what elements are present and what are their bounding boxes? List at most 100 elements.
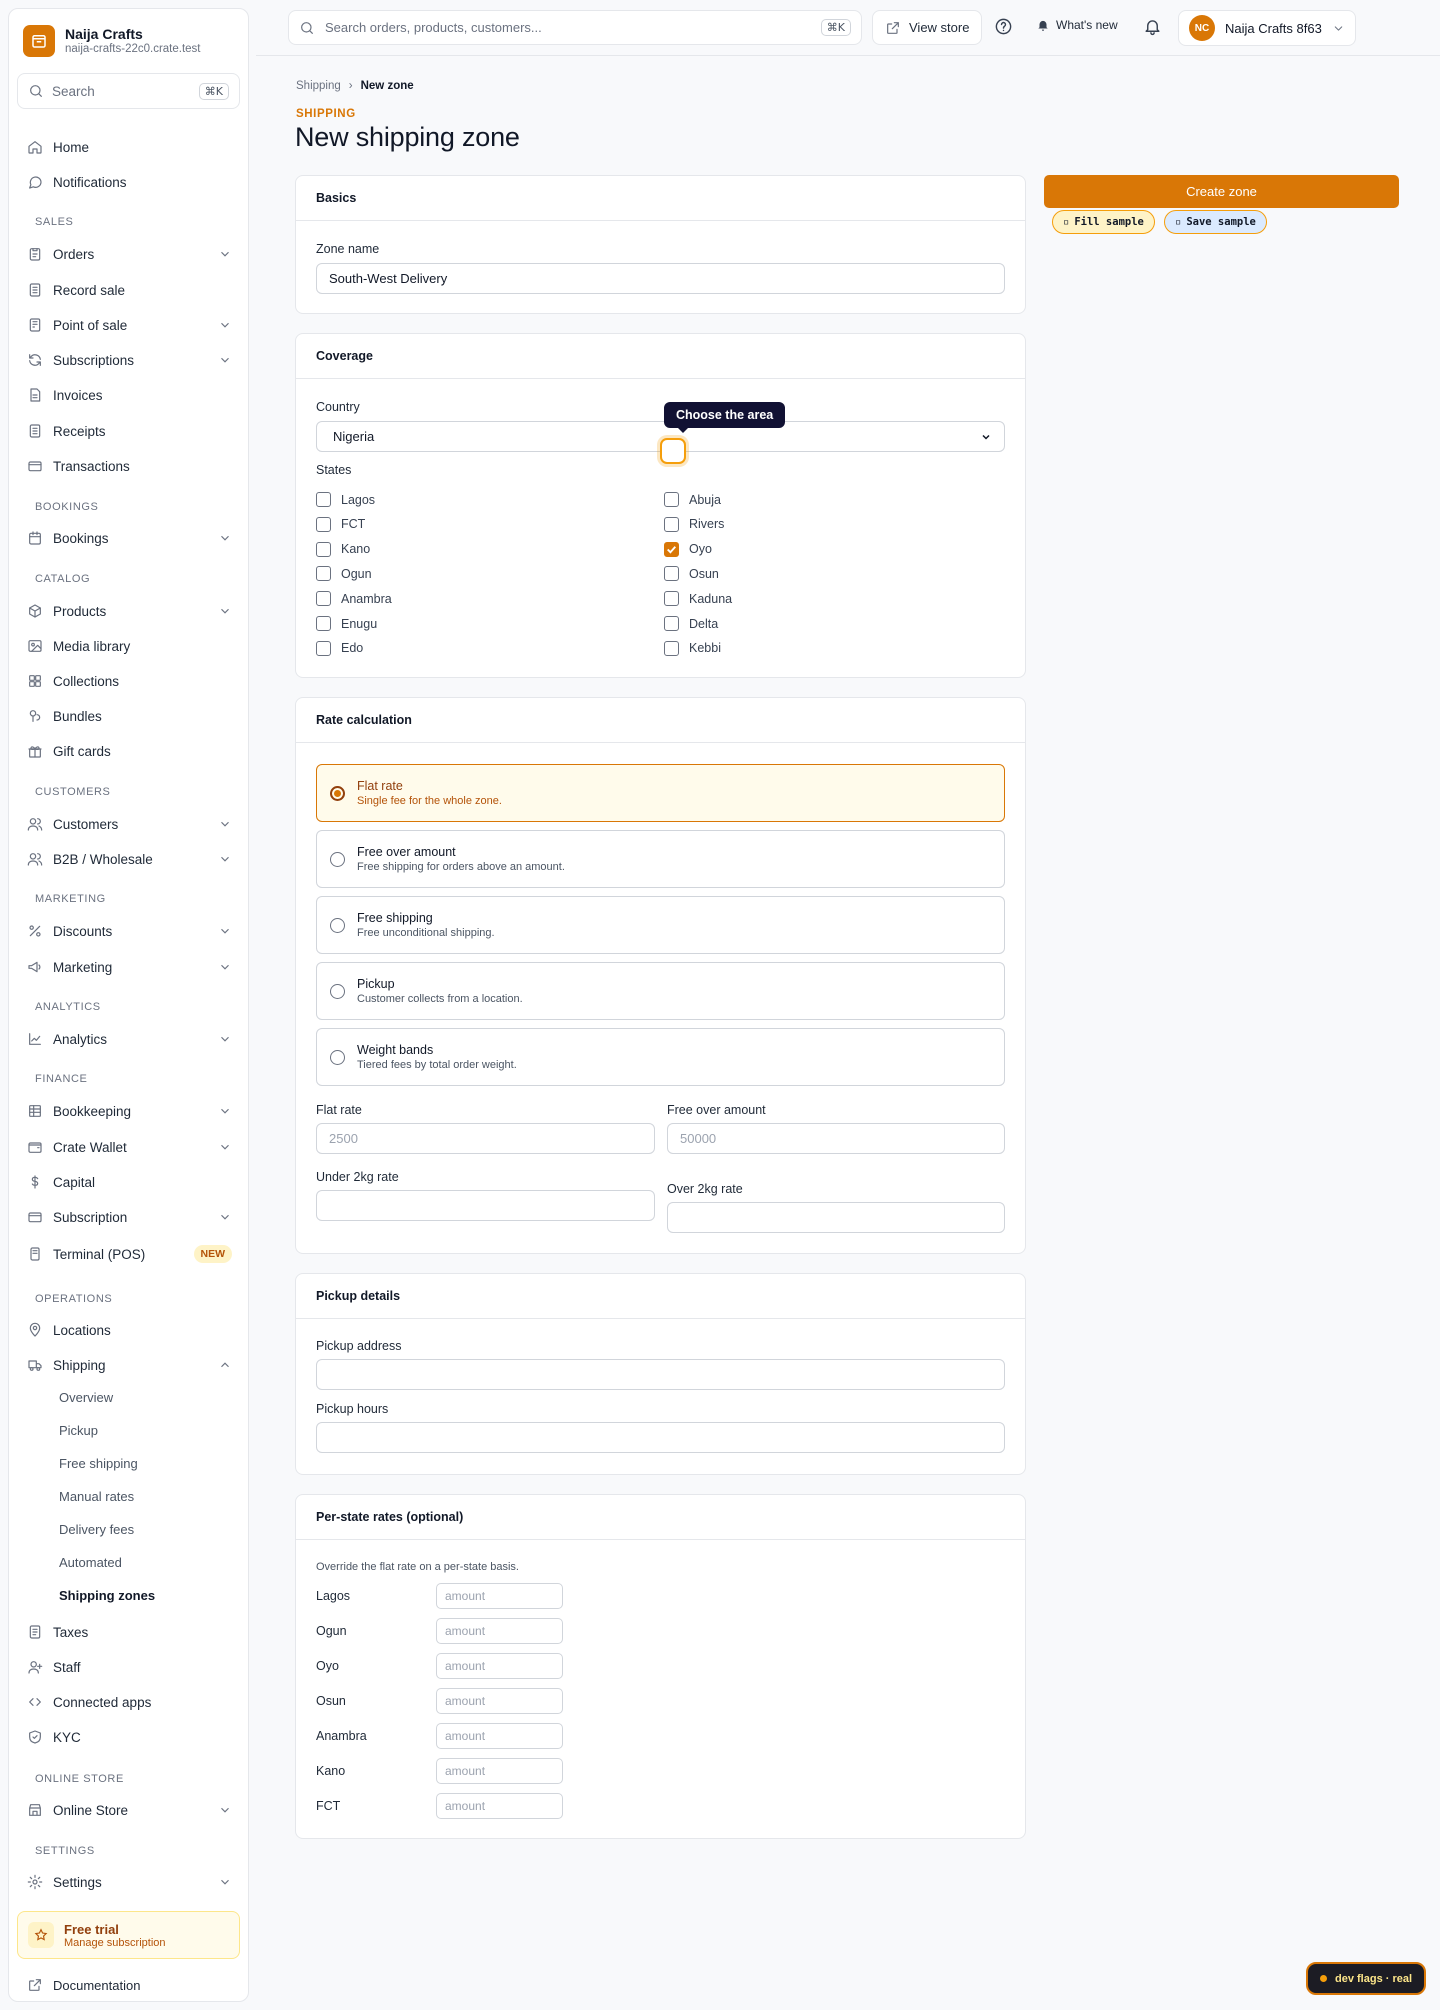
account-menu[interactable]: NC Naija Crafts 8f63 <box>1178 10 1356 46</box>
global-search[interactable]: Search orders, products, customers... ⌘K <box>288 10 862 45</box>
nav-settings[interactable]: Settings <box>17 1867 242 1897</box>
nav-terminal[interactable]: Terminal (POS) NEW <box>17 1239 242 1269</box>
nav-locations[interactable]: Locations <box>17 1315 242 1345</box>
state-checkbox-row[interactable]: Anambra <box>316 591 392 607</box>
state-checkbox-row[interactable]: Rivers <box>664 516 724 532</box>
per-state-amount-input[interactable]: amount <box>436 1793 563 1819</box>
state-checkbox-row[interactable]: Enugu <box>316 616 377 631</box>
state-checkbox-row[interactable]: Kaduna <box>664 591 732 607</box>
per-state-amount-input[interactable]: amount <box>436 1583 563 1609</box>
checkbox[interactable] <box>316 516 331 532</box>
nav-crate-wallet[interactable]: Crate Wallet <box>17 1132 242 1162</box>
state-checkbox-row[interactable]: Abuja <box>664 492 721 507</box>
checkbox[interactable] <box>316 541 331 557</box>
help-button[interactable] <box>994 17 1013 36</box>
nav-shipping[interactable]: Shipping <box>17 1350 242 1380</box>
nav-b2b[interactable]: B2B / Wholesale <box>17 844 242 874</box>
nav-bookings[interactable]: Bookings <box>17 523 242 553</box>
nav-staff[interactable]: Staff <box>17 1652 242 1682</box>
rate-option[interactable]: Weight bands Tiered fees by total order w… <box>316 1028 1005 1086</box>
notifications-button[interactable] <box>1143 17 1162 36</box>
nav-transactions[interactable]: Transactions <box>17 451 242 481</box>
nav-home[interactable]: Home <box>17 132 242 162</box>
checkbox[interactable] <box>664 616 679 631</box>
radio[interactable] <box>330 851 345 867</box>
state-checkbox-row[interactable]: Lagos <box>316 492 375 507</box>
nav-gift-cards[interactable]: Gift cards <box>17 736 242 766</box>
nav-orders[interactable]: Orders <box>17 239 242 269</box>
rate-option[interactable]: Free shipping Free unconditional shipping… <box>316 896 1005 954</box>
checkbox[interactable] <box>316 616 331 631</box>
checkbox[interactable] <box>316 640 331 656</box>
nav-subscriptions[interactable]: Subscriptions <box>17 345 242 375</box>
per-state-amount-input[interactable]: amount <box>436 1758 563 1784</box>
nav-kyc[interactable]: KYC <box>17 1722 242 1752</box>
nav-connected-apps[interactable]: Connected apps <box>17 1687 242 1717</box>
nav-capital[interactable]: Capital <box>17 1167 242 1197</box>
per-state-amount-input[interactable]: amount <box>436 1723 563 1749</box>
nav-shipping-automated[interactable]: Automated <box>59 1551 122 1575</box>
nav-shipping-zones[interactable]: Shipping zones <box>59 1584 155 1608</box>
state-checkbox-row[interactable]: Delta <box>664 616 718 631</box>
radio[interactable] <box>330 917 345 933</box>
checkbox[interactable] <box>664 566 679 582</box>
checkbox-checked[interactable] <box>664 541 679 557</box>
zone-name-input[interactable]: South-West Delivery <box>316 263 1005 294</box>
rate-option[interactable]: Flat rate Single fee for the whole zone. <box>316 764 1005 822</box>
brand[interactable]: Naija Crafts naija-crafts-22c0.crate.tes… <box>23 25 201 57</box>
nav-bookkeeping[interactable]: Bookkeeping <box>17 1096 242 1126</box>
nav-media-library[interactable]: Media library <box>17 631 242 661</box>
nav-subscription[interactable]: Subscription <box>17 1202 242 1232</box>
radio-selected[interactable] <box>330 785 345 801</box>
per-state-amount-input[interactable]: amount <box>436 1618 563 1644</box>
radio[interactable] <box>330 983 345 999</box>
nav-notifications[interactable]: Notifications <box>17 167 242 197</box>
state-checkbox-row[interactable]: FCT <box>316 516 365 532</box>
nav-shipping-overview[interactable]: Overview <box>59 1386 113 1410</box>
checkbox[interactable] <box>316 492 331 507</box>
checkbox[interactable] <box>316 591 331 607</box>
nav-marketing[interactable]: Marketing <box>17 952 242 982</box>
whats-new-button[interactable]: What's new <box>1036 18 1118 32</box>
nav-shipping-delivery-fees[interactable]: Delivery fees <box>59 1518 134 1542</box>
checkbox[interactable] <box>664 591 679 607</box>
checkbox[interactable] <box>664 640 679 656</box>
fill-sample-button[interactable]: ▫ Fill sample <box>1052 210 1155 234</box>
pickup-hours-input[interactable] <box>316 1422 1005 1453</box>
dev-flags-badge[interactable]: dev flags · real <box>1306 1962 1427 1995</box>
flat-rate-input[interactable]: 2500 <box>316 1123 655 1154</box>
free-trial-card[interactable]: Free trial Manage subscription <box>17 1911 240 1959</box>
breadcrumb-shipping[interactable]: Shipping <box>296 80 341 92</box>
nav-taxes[interactable]: Taxes <box>17 1617 242 1647</box>
view-store-button[interactable]: View store <box>872 10 983 45</box>
pickup-address-input[interactable] <box>316 1359 1005 1390</box>
nav-online-store[interactable]: Online Store <box>17 1795 242 1825</box>
nav-invoices[interactable]: Invoices <box>17 380 242 410</box>
nav-shipping-free[interactable]: Free shipping <box>59 1452 138 1476</box>
nav-customers[interactable]: Customers <box>17 809 242 839</box>
under-2kg-rate-input[interactable] <box>316 1190 655 1221</box>
per-state-amount-input[interactable]: amount <box>436 1653 563 1679</box>
state-checkbox-row[interactable]: Edo <box>316 640 363 656</box>
rate-option[interactable]: Free over amount Free shipping for orders… <box>316 830 1005 888</box>
free-over-amount-input[interactable]: 50000 <box>667 1123 1005 1154</box>
state-checkbox-row[interactable]: Ogun <box>316 566 372 582</box>
checkbox[interactable] <box>664 492 679 507</box>
nav-shipping-manual-rates[interactable]: Manual rates <box>59 1485 134 1509</box>
highlighted-checkbox[interactable] <box>660 438 686 464</box>
rate-option[interactable]: Pickup Customer collects from a location. <box>316 962 1005 1020</box>
nav-discounts[interactable]: Discounts <box>17 916 242 946</box>
nav-bundles[interactable]: Bundles <box>17 701 242 731</box>
save-sample-button[interactable]: ▫ Save sample <box>1164 210 1267 234</box>
nav-analytics[interactable]: Analytics <box>17 1024 242 1054</box>
per-state-amount-input[interactable]: amount <box>436 1688 563 1714</box>
nav-point-of-sale[interactable]: Point of sale <box>17 310 242 340</box>
sidebar-search[interactable]: Search ⌘K <box>17 73 240 109</box>
documentation-link[interactable]: Documentation <box>27 1977 140 1993</box>
nav-collections[interactable]: Collections <box>17 666 242 696</box>
state-checkbox-row[interactable]: Kebbi <box>664 640 721 656</box>
state-checkbox-row[interactable]: Osun <box>664 566 719 582</box>
nav-receipts[interactable]: Receipts <box>17 416 242 446</box>
nav-record-sale[interactable]: Record sale <box>17 275 242 305</box>
state-checkbox-row[interactable]: Oyo <box>664 541 712 557</box>
